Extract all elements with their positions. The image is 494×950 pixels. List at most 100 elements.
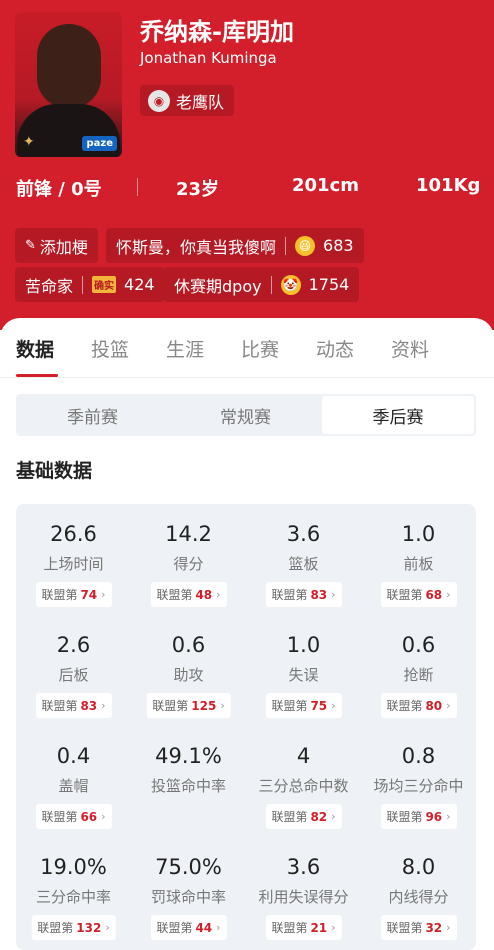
- rank-number: 75: [310, 698, 328, 713]
- stat-value: 3.6: [286, 522, 321, 546]
- rank-number: 68: [425, 587, 443, 602]
- stats-grid: 26.6 上场时间 联盟第 74 › 14.2 得分 联盟第 48 › 3.6 篮板 联盟第 83 › 1.0…: [16, 504, 476, 950]
- segment-regular[interactable]: 常规赛: [169, 394, 322, 436]
- chevron-right-icon: ›: [331, 699, 336, 712]
- chevron-right-icon: ›: [331, 588, 336, 601]
- league-rank-link[interactable]: 联盟第 96 ›: [380, 804, 457, 829]
- stat-cell: 19.0% 三分命中率联盟第 132 ›: [16, 837, 131, 947]
- rank-prefix: 联盟第: [156, 921, 193, 935]
- rank-prefix: 联盟第: [37, 921, 74, 935]
- rank-number: 132: [76, 920, 102, 935]
- tag-separator: [270, 275, 272, 294]
- stat-label: 投篮命中率: [150, 777, 226, 795]
- rank-number: 32: [425, 920, 443, 935]
- player-name-cn: 乔纳森-库明加: [140, 18, 294, 46]
- segment-preseason[interactable]: 季前赛: [16, 394, 169, 436]
- chevron-right-icon: ›: [331, 921, 336, 934]
- team-name: 老鹰队: [176, 92, 225, 112]
- chevron-right-icon: ›: [446, 921, 451, 934]
- tab-career[interactable]: 生涯: [166, 335, 204, 362]
- clown-emoji-icon: 🤡: [280, 274, 301, 295]
- rank-number: 83: [310, 587, 328, 602]
- league-rank-link[interactable]: 联盟第 21 ›: [265, 915, 342, 940]
- league-rank-link[interactable]: 联盟第 132 ›: [31, 915, 116, 940]
- meme-tag-1[interactable]: 怀斯曼，你真当我傻啊 😆 683: [106, 228, 364, 263]
- chevron-right-icon: ›: [216, 588, 221, 601]
- league-rank-link[interactable]: 联盟第 68 ›: [380, 582, 457, 607]
- meme-tag-1-count: 683: [323, 236, 354, 255]
- league-rank-link[interactable]: 联盟第 82 ›: [265, 804, 342, 829]
- chevron-right-icon: ›: [101, 810, 106, 823]
- rank-prefix: 联盟第: [386, 810, 423, 824]
- tab-profile[interactable]: 资料: [391, 335, 429, 362]
- stat-cell: 49.1% 投篮命中率: [131, 726, 246, 836]
- rank-prefix: 联盟第: [271, 810, 308, 824]
- rank-number: 80: [425, 698, 443, 713]
- info-divider: [137, 178, 138, 196]
- chevron-right-icon: ›: [220, 699, 225, 712]
- meme-tag-2-count: 424: [124, 275, 155, 294]
- rank-number: 21: [310, 920, 328, 935]
- player-age: 23岁: [176, 179, 220, 200]
- league-rank-link[interactable]: 联盟第 83 ›: [35, 693, 112, 718]
- meme-tag-2[interactable]: 苦命家 确实 424: [15, 267, 165, 302]
- chevron-right-icon: ›: [101, 588, 106, 601]
- player-photo: ✦ paze: [15, 12, 122, 157]
- rank-prefix: 联盟第: [386, 921, 423, 935]
- stat-label: 后板: [58, 666, 89, 684]
- tab-games[interactable]: 比赛: [241, 335, 279, 362]
- tab-shooting[interactable]: 投篮: [91, 335, 129, 362]
- stat-cell: 0.8 场均三分命中 联盟第 96 ›: [361, 726, 476, 836]
- tab-bar: 数据 投篮 生涯 比赛 动态 资料: [0, 331, 494, 375]
- tab-news[interactable]: 动态: [316, 335, 354, 362]
- stat-label: 助攻: [173, 666, 204, 684]
- stat-value: 14.2: [165, 522, 212, 546]
- stat-value: 19.0%: [40, 855, 107, 879]
- meme-tag-3-count: 1754: [308, 275, 350, 294]
- league-rank-link[interactable]: 联盟第 66 ›: [35, 804, 112, 829]
- rank-prefix: 联盟第: [41, 699, 78, 713]
- jordan-logo-icon: ✦: [23, 134, 35, 150]
- rank-prefix: 联盟第: [41, 588, 78, 602]
- rank-number: 96: [425, 809, 443, 824]
- stat-value: 2.6: [56, 633, 91, 657]
- rank-number: 44: [195, 920, 213, 935]
- stat-label: 内线得分: [388, 888, 449, 906]
- stat-cell: 3.6 利用失误得分 联盟第 21 ›: [246, 837, 361, 947]
- stat-cell: 0.4 盖帽 联盟第 66 ›: [16, 726, 131, 836]
- team-chip[interactable]: ◉ 老鹰队: [140, 85, 234, 116]
- add-meme-button[interactable]: ✎ 添加梗: [15, 228, 98, 263]
- rank-prefix: 联盟第: [386, 588, 423, 602]
- league-rank-link[interactable]: 联盟第 32 ›: [380, 915, 457, 940]
- stat-cell: 8.0 内线得分联盟第 32 ›: [361, 837, 476, 947]
- league-rank-link[interactable]: 联盟第 44 ›: [150, 915, 227, 940]
- meme-tag-3[interactable]: 休赛期dpoy 🤡 1754: [164, 267, 360, 302]
- stat-cell: 26.6 上场时间 联盟第 74 ›: [16, 504, 131, 614]
- stat-value: 0.6: [401, 633, 436, 657]
- league-rank-link[interactable]: 联盟第 75 ›: [265, 693, 342, 718]
- player-face: [37, 24, 101, 108]
- rank-prefix: 联盟第: [152, 699, 189, 713]
- chevron-right-icon: ›: [446, 699, 451, 712]
- segment-playoffs[interactable]: 季后赛: [322, 396, 474, 434]
- stat-cell: 14.2 得分 联盟第 48 ›: [131, 504, 246, 614]
- rank-prefix: 联盟第: [41, 810, 78, 824]
- stat-value: 8.0: [401, 855, 436, 879]
- tab-data[interactable]: 数据: [16, 335, 54, 362]
- stat-label: 失误: [288, 666, 319, 684]
- league-rank-link[interactable]: 联盟第 48 ›: [150, 582, 227, 607]
- player-header: ✦ paze 乔纳森-库明加 Jonathan Kuminga ◉ 老鹰队 前锋…: [0, 0, 494, 330]
- stat-cell: 3.6 篮板 联盟第 83 ›: [246, 504, 361, 614]
- chevron-right-icon: ›: [216, 921, 221, 934]
- hawks-logo-icon: ◉: [148, 89, 170, 112]
- season-type-segment: 季前赛 常规赛 季后赛: [16, 394, 476, 436]
- stat-label: 三分总命中数: [258, 777, 349, 795]
- league-rank-link[interactable]: 联盟第 80 ›: [380, 693, 457, 718]
- stat-label: 三分命中率: [35, 888, 111, 906]
- league-rank-link[interactable]: 联盟第 74 ›: [35, 582, 112, 607]
- stat-label: 场均三分命中: [373, 777, 464, 795]
- league-rank-link[interactable]: 联盟第 83 ›: [265, 582, 342, 607]
- league-rank-link[interactable]: 联盟第 125 ›: [146, 693, 231, 718]
- stat-value: 3.6: [286, 855, 321, 879]
- stat-label: 前板: [403, 555, 434, 573]
